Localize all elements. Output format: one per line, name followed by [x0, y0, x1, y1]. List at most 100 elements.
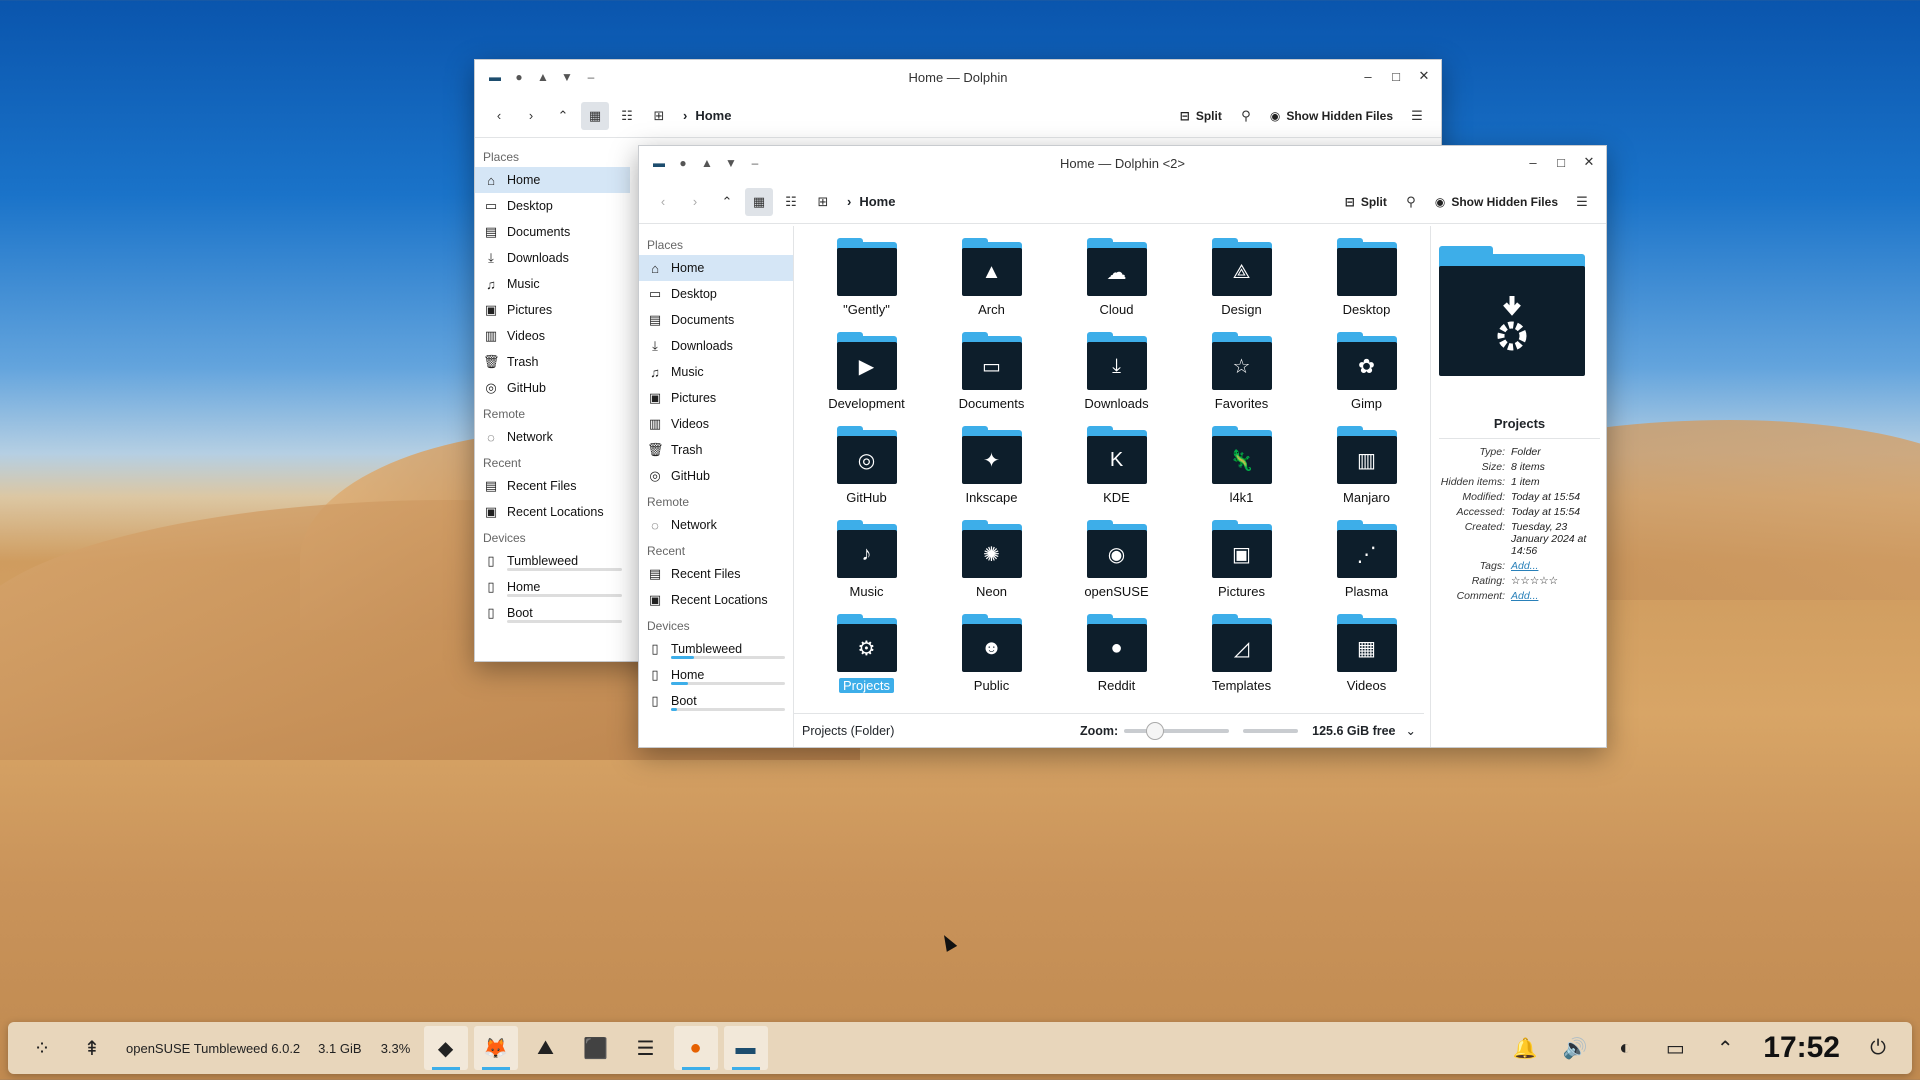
compact-view-button[interactable]: ☷ [613, 102, 641, 130]
sidebar-item-videos[interactable]: ▥ Videos [475, 323, 630, 349]
gimp-task-icon[interactable]: 🦊 [473, 1026, 518, 1070]
search-button[interactable]: ⚲ [1232, 102, 1260, 130]
sidebar-device-home[interactable]: ▯ Home [475, 574, 630, 600]
forward-button[interactable]: › [517, 102, 545, 130]
up-button[interactable]: ⌃ [549, 102, 577, 130]
notifications-icon[interactable]: 🔔 [1503, 1026, 1547, 1070]
breadcrumb-home[interactable]: Home [859, 194, 895, 209]
details-view-button[interactable]: ⊞ [809, 188, 837, 216]
file-item[interactable]: Desktop [1304, 232, 1429, 326]
sidebar-device-boot[interactable]: ▯ Boot [639, 688, 793, 714]
title-bar[interactable]: ▬ ● ▲ ▼ – Home — Dolphin <2> – □ ✕ [639, 146, 1606, 180]
sidebar-item-desktop[interactable]: ▭ Desktop [639, 281, 793, 307]
shade-down-icon[interactable]: ▼ [555, 65, 579, 89]
app-launcher-icon[interactable]: ⁘ [20, 1026, 64, 1070]
file-item[interactable]: ▥ Manjaro [1304, 420, 1429, 514]
details-view-button[interactable]: ⊞ [645, 102, 673, 130]
shade-down-icon[interactable]: ▼ [719, 151, 743, 175]
file-item[interactable]: ▶ Development [804, 326, 929, 420]
sidebar-item-trash[interactable]: 🗑 Trash [475, 349, 630, 375]
volume-icon[interactable]: 🔊 [1553, 1026, 1597, 1070]
close-button[interactable]: ✕ [1578, 151, 1600, 173]
sidebar-item-downloads[interactable]: ⤓ Downloads [475, 245, 630, 271]
network-tray-icon[interactable]: ◐ [1603, 1026, 1647, 1070]
file-item[interactable]: ⤓ Downloads [1054, 326, 1179, 420]
file-item[interactable]: ✿ Gimp [1304, 326, 1429, 420]
up-button[interactable]: ⌃ [713, 188, 741, 216]
metadata-value[interactable]: ☆☆☆☆☆ [1511, 575, 1595, 587]
zoom-slider[interactable] [1124, 721, 1230, 740]
shade-up-icon[interactable]: ▲ [531, 65, 555, 89]
sidebar-item-downloads[interactable]: ⤓ Downloads [639, 333, 793, 359]
minimize-button[interactable]: – [1522, 151, 1544, 173]
minimize-button[interactable]: – [1357, 65, 1379, 87]
file-item[interactable]: ♪ Music [804, 514, 929, 608]
sidebar-item-documents[interactable]: ▤ Documents [639, 307, 793, 333]
file-item[interactable]: ▲ Arch [929, 232, 1054, 326]
minimize-line-icon[interactable]: – [579, 65, 603, 89]
sidebar-item-trash[interactable]: 🗑 Trash [639, 437, 793, 463]
file-item[interactable]: ☁ Cloud [1054, 232, 1179, 326]
power-icon[interactable]: ⏻ [1856, 1026, 1900, 1070]
file-item[interactable]: ⚙ Projects [804, 608, 929, 702]
file-item[interactable]: ⋰ Plasma [1304, 514, 1429, 608]
shade-up-icon[interactable]: ▲ [695, 151, 719, 175]
breadcrumb[interactable]: › Home [847, 194, 895, 209]
sidebar-item-pictures[interactable]: ▣ Pictures [475, 297, 630, 323]
file-item[interactable]: ✦ Inkscape [929, 420, 1054, 514]
display-tray-icon[interactable]: ▭ [1653, 1026, 1697, 1070]
sidebar-item-desktop[interactable]: ▭ Desktop [475, 193, 630, 219]
file-item[interactable]: ◿ Templates [1179, 608, 1304, 702]
sidebar-device-tumbleweed[interactable]: ▯ Tumbleweed [639, 636, 793, 662]
sidebar-device-home[interactable]: ▯ Home [639, 662, 793, 688]
sidebar-item-recent-locations[interactable]: ▣ Recent Locations [475, 499, 630, 525]
zoom-slider-handle[interactable] [1146, 721, 1165, 740]
sidebar-item-videos[interactable]: ▥ Videos [639, 411, 793, 437]
file-item[interactable]: ◎ GitHub [804, 420, 929, 514]
dolphin-window-front[interactable]: ▬ ● ▲ ▼ – Home — Dolphin <2> – □ ✕ ‹ › ⌃ ▦… [638, 145, 1607, 748]
sidebar-item-github[interactable]: ◎ GitHub [639, 463, 793, 489]
minimize-line-icon[interactable]: – [743, 151, 767, 175]
inkscape-task-icon[interactable]: ◆ [423, 1026, 468, 1070]
sidebar-item-music[interactable]: ♫ Music [475, 271, 630, 297]
close-button[interactable]: ✕ [1413, 65, 1435, 87]
show-hidden-files-button[interactable]: ◉ Show Hidden Files [1264, 109, 1399, 123]
search-button[interactable]: ⚲ [1397, 188, 1425, 216]
chevron-down-icon[interactable]: ⌄ [1406, 723, 1416, 738]
sidebar-item-github[interactable]: ◎ GitHub [475, 375, 630, 401]
sidebar-item-recent-files[interactable]: ▤ Recent Files [639, 561, 793, 587]
file-item[interactable]: ✺ Neon [929, 514, 1054, 608]
sidebar-device-tumbleweed[interactable]: ▯ Tumbleweed [475, 548, 630, 574]
sidebar-item-recent-locations[interactable]: ▣ Recent Locations [639, 587, 793, 613]
breadcrumb[interactable]: › Home [683, 108, 731, 123]
file-item[interactable]: ◉ openSUSE [1054, 514, 1179, 608]
file-item[interactable]: ● Reddit [1054, 608, 1179, 702]
sidebar-device-boot[interactable]: ▯ Boot [475, 600, 630, 626]
sidebar-item-network[interactable]: ◌ Network [639, 512, 793, 538]
keep-on-top-icon[interactable]: ● [671, 151, 695, 175]
sidebar-item-home[interactable]: ⌂ Home [475, 167, 630, 193]
metadata-value[interactable]: Add... [1511, 560, 1595, 572]
system-settings-task-icon[interactable]: ☰ [624, 1026, 668, 1070]
hamburger-menu-button[interactable]: ☰ [1403, 102, 1431, 130]
keep-on-top-icon[interactable]: ● [507, 65, 531, 89]
file-item[interactable]: K KDE [1054, 420, 1179, 514]
image-viewer-task-icon[interactable]: ⛰ [524, 1026, 568, 1070]
show-hidden-files-button[interactable]: ◉ Show Hidden Files [1429, 195, 1564, 209]
maximize-button[interactable]: □ [1550, 151, 1572, 173]
file-item[interactable]: ▦ Videos [1304, 608, 1429, 702]
sidebar-item-pictures[interactable]: ▣ Pictures [639, 385, 793, 411]
forward-button[interactable]: › [681, 188, 709, 216]
file-item[interactable]: ⟁ Design [1179, 232, 1304, 326]
back-button[interactable]: ‹ [649, 188, 677, 216]
sidebar-item-home[interactable]: ⌂ Home [639, 255, 793, 281]
discover-task-icon[interactable]: ⬛ [574, 1026, 618, 1070]
metadata-value[interactable]: Add... [1511, 590, 1595, 602]
clock[interactable]: 17:52 [1753, 1031, 1850, 1065]
dolphin-task-icon[interactable]: ▬ [723, 1026, 768, 1070]
breadcrumb-home[interactable]: Home [695, 108, 731, 123]
sidebar-item-music[interactable]: ♫ Music [639, 359, 793, 385]
split-button[interactable]: ⊟ Split [1174, 109, 1228, 123]
split-button[interactable]: ⊟ Split [1339, 195, 1393, 209]
firefox-task-icon[interactable]: ● [673, 1026, 718, 1070]
